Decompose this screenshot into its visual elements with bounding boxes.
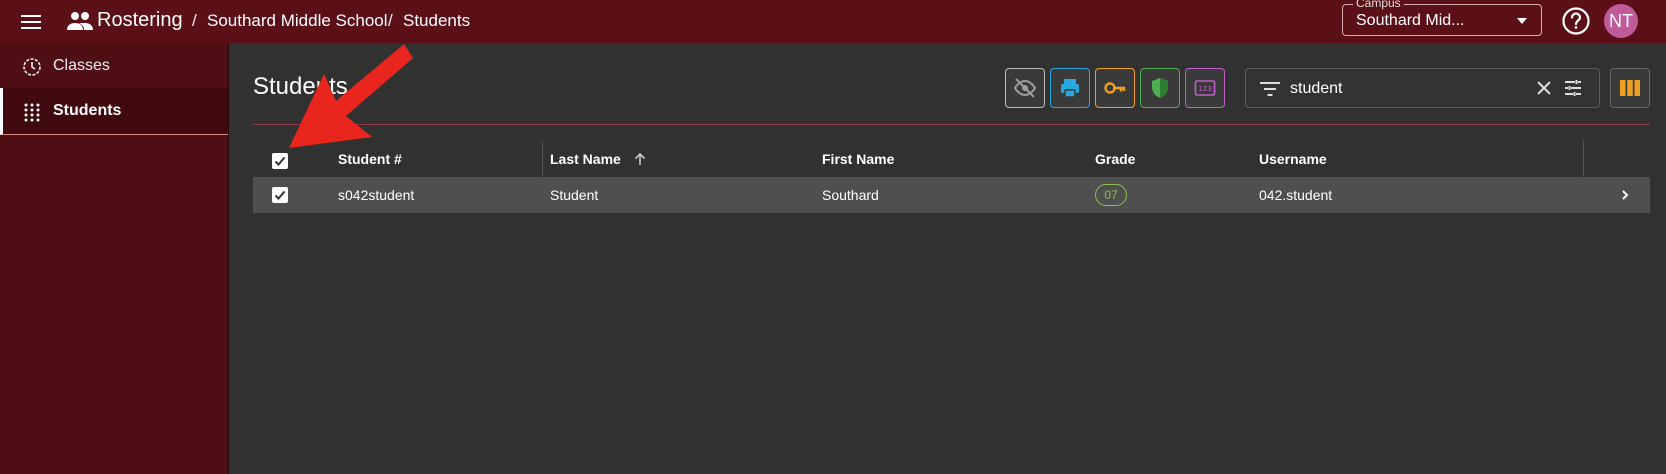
printer-icon	[1061, 79, 1079, 98]
key-icon	[1104, 82, 1126, 94]
cell-first-name: Southard	[822, 187, 879, 203]
clock-icon	[23, 58, 41, 76]
cell-username: 042.student	[1259, 187, 1333, 203]
column-header-student-number[interactable]: Student #	[338, 151, 402, 167]
sort-ascending-icon[interactable]	[633, 152, 647, 166]
hide-button[interactable]	[1005, 68, 1045, 108]
breadcrumb-school[interactable]: Southard Middle School	[207, 11, 388, 31]
main-content: Students 123 student Student # Last Name…	[229, 43, 1666, 474]
dropdown-caret-icon	[1517, 18, 1527, 24]
filter-box	[1245, 68, 1600, 108]
row-checkbox[interactable]	[272, 187, 288, 203]
close-icon[interactable]	[1535, 79, 1553, 97]
svg-text:123: 123	[1198, 85, 1211, 93]
eye-off-icon	[1013, 78, 1037, 98]
breadcrumb-separator: /	[192, 11, 197, 30]
select-all-checkbox[interactable]	[272, 153, 288, 169]
breadcrumb-students: Students	[403, 11, 471, 30]
filter-input[interactable]	[1290, 77, 1520, 101]
grid-dots-icon	[24, 103, 40, 122]
sidebar: Classes Students	[0, 43, 229, 474]
table-header: Student # Last Name First Name Grade Use…	[253, 141, 1650, 177]
tune-icon[interactable]	[1564, 79, 1582, 97]
table-row[interactable]: s042student Student Southard 07 042.stud…	[253, 177, 1650, 213]
sidebar-item-students[interactable]: Students	[0, 88, 228, 135]
columns-button[interactable]	[1610, 68, 1650, 108]
app-title[interactable]: Rostering	[97, 9, 183, 32]
cell-student-number: s042student	[338, 187, 415, 203]
grade-badge: 07	[1095, 184, 1127, 206]
security-button[interactable]	[1140, 68, 1180, 108]
shield-icon	[1152, 78, 1168, 98]
help-icon[interactable]	[1561, 6, 1591, 36]
numbers-button[interactable]: 123	[1185, 68, 1225, 108]
checkmark-icon	[274, 156, 286, 166]
sidebar-item-label: Students	[53, 102, 122, 119]
column-header-username[interactable]: Username	[1259, 151, 1327, 167]
user-avatar[interactable]: NT	[1604, 4, 1638, 38]
print-button[interactable]	[1050, 68, 1090, 108]
column-header-first-name[interactable]: First Name	[822, 151, 894, 167]
column-header-grade[interactable]: Grade	[1095, 151, 1135, 167]
top-app-bar: Rostering / Southard Middle School / Stu…	[0, 0, 1666, 43]
toolbar-divider	[253, 124, 1650, 125]
checkmark-icon	[274, 190, 286, 200]
filter-list-icon	[1260, 82, 1280, 96]
sidebar-item-label: Classes	[53, 57, 110, 74]
view-columns-icon	[1620, 80, 1640, 96]
chevron-right-icon[interactable]	[1617, 187, 1633, 203]
campus-select[interactable]: Campus Southard Mid...	[1342, 0, 1542, 36]
numeric-123-icon: 123	[1194, 80, 1216, 96]
breadcrumb-separator: /	[388, 11, 393, 30]
campus-value: Southard Mid...	[1356, 12, 1465, 29]
cell-last-name: Student	[550, 187, 599, 203]
sidebar-item-classes[interactable]: Classes	[0, 43, 228, 90]
page-title: Students	[253, 73, 348, 100]
hamburger-menu-icon[interactable]	[18, 11, 44, 33]
key-button[interactable]	[1095, 68, 1135, 108]
campus-label: Campus	[1353, 0, 1404, 10]
people-icon	[67, 12, 93, 30]
column-header-last-name[interactable]: Last Name	[550, 151, 621, 167]
